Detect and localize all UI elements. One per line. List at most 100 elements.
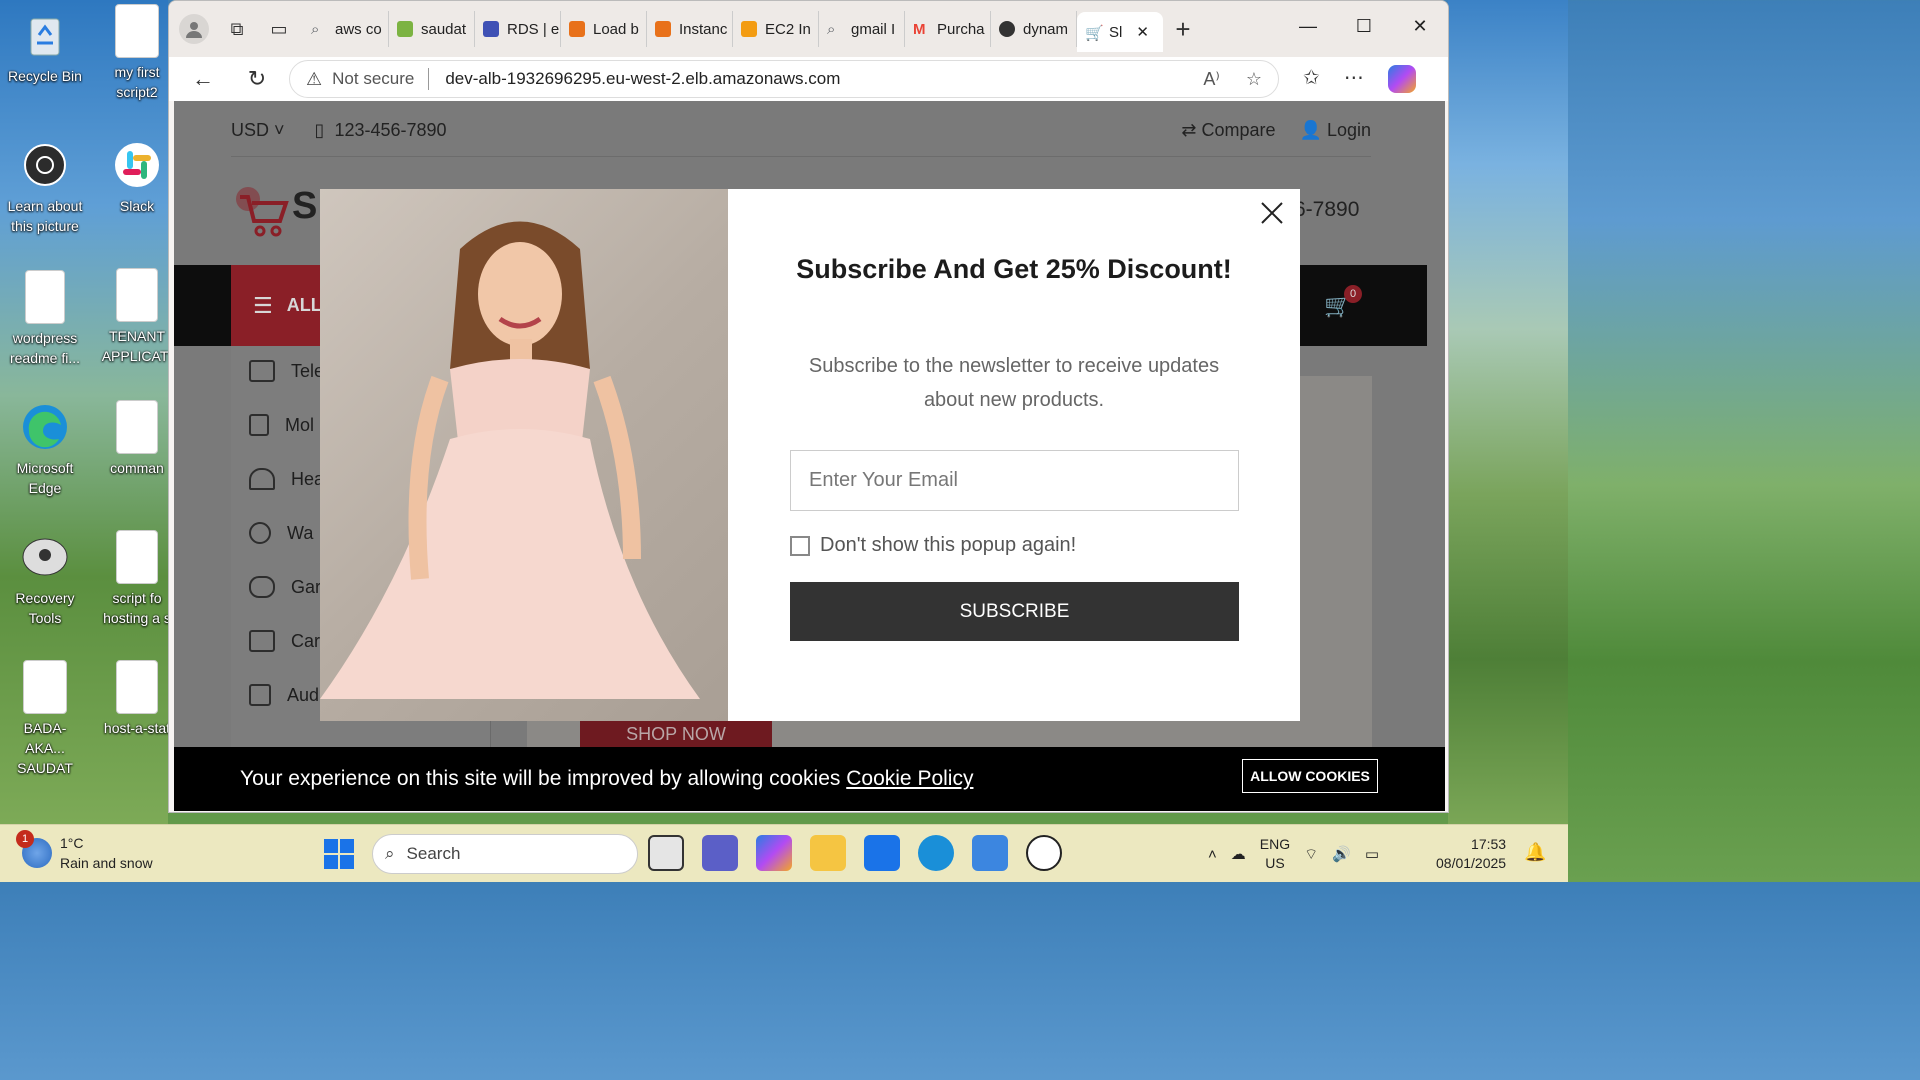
desktop-icon-tenant-application[interactable]: TENANT APPLICATI (96, 268, 178, 366)
mobile-icon (249, 414, 269, 436)
category-item[interactable]: Wa (249, 522, 313, 544)
new-tab-button[interactable]: + (1163, 14, 1203, 45)
chatgpt-icon[interactable] (1026, 835, 1062, 871)
task-view-icon[interactable] (648, 835, 684, 871)
desktop-icon-label: host-a-stat (103, 720, 171, 736)
volume-icon[interactable]: 🔊 (1332, 845, 1351, 863)
wifi-icon[interactable]: ⌔ (1304, 845, 1318, 864)
desktop-icon-learn-picture[interactable]: Learn about this picture (4, 138, 86, 236)
address-bar[interactable]: ⚠ Not secure dev-alb-1932696295.eu-west-… (289, 60, 1279, 98)
camera-icon (21, 138, 69, 192)
tab-label: EC2 In (765, 20, 811, 38)
category-item[interactable]: Tele (249, 360, 324, 382)
close-tab-icon[interactable]: ✕ (1136, 23, 1149, 41)
copilot-icon[interactable] (1387, 65, 1416, 93)
desktop-icon-edge[interactable]: Microsoft Edge (4, 400, 86, 498)
favorites-icon[interactable]: ✩ (1303, 65, 1320, 93)
category-item[interactable]: Mol (249, 414, 314, 436)
login-link[interactable]: 👤 Login (1300, 120, 1371, 141)
workspaces-icon[interactable]: ⧉ (219, 11, 255, 47)
category-item[interactable]: Hea (249, 468, 324, 490)
windows-logo-icon (340, 839, 354, 853)
tab-active[interactable]: 🛒 Sl ✕ (1077, 12, 1163, 52)
read-aloud-icon[interactable]: A⁾ (1203, 69, 1219, 90)
divider (428, 68, 430, 90)
taskbar: 1 1°C Rain and snow ⌕ Search ˄ ☁ ENG US … (0, 824, 1568, 882)
chevron-up-icon[interactable]: ˄ (1208, 846, 1217, 863)
file-explorer-icon[interactable] (810, 835, 846, 871)
tab[interactable]: saudat (389, 11, 475, 47)
all-categories-label: ALL (286, 295, 322, 315)
compare-link[interactable]: ⇄ Compare (1181, 120, 1275, 141)
dont-show-checkbox-row[interactable]: Don't show this popup again! (790, 534, 1076, 557)
allow-cookies-button[interactable]: ALLOW COOKIES (1242, 759, 1378, 793)
profile-icon[interactable] (179, 14, 209, 44)
minimize-button[interactable]: — (1280, 1, 1336, 51)
gmail-icon: M (913, 21, 926, 38)
tab-label: aws co (335, 20, 382, 38)
meet-icon[interactable] (702, 835, 738, 871)
edge-icon[interactable] (918, 835, 954, 871)
tab[interactable]: M Purcha (905, 11, 991, 47)
desktop-icon-host-a-stat[interactable]: host-a-stat (96, 660, 178, 738)
notepad-icon[interactable] (972, 835, 1008, 871)
windows-logo-icon (324, 839, 338, 853)
refresh-button[interactable]: ↻ (235, 61, 279, 97)
store-icon[interactable] (864, 835, 900, 871)
onedrive-icon[interactable]: ☁ (1231, 845, 1246, 863)
category-label: Car (291, 630, 321, 651)
email-field[interactable] (790, 450, 1239, 511)
language-indicator[interactable]: ENG US (1260, 835, 1290, 873)
dont-show-checkbox[interactable] (790, 535, 810, 556)
tab[interactable]: ⌕ aws co (303, 11, 389, 47)
weather-widget[interactable]: 1 1°C Rain and snow (16, 830, 153, 873)
close-icon[interactable] (1258, 199, 1286, 227)
tab[interactable]: ⌕ gmail I (819, 11, 905, 47)
clock[interactable]: 17:53 08/01/2025 (1436, 835, 1506, 873)
category-item[interactable]: Car (249, 630, 320, 652)
favorite-star-icon[interactable]: ☆ (1246, 69, 1262, 90)
desktop-icon-wordpress-readme[interactable]: wordpress readme fi... (4, 270, 86, 368)
aws-favicon-icon (569, 21, 585, 37)
desktop-icon-command[interactable]: comman (96, 400, 178, 478)
notification-bell-icon[interactable]: 🔔 (1524, 842, 1546, 863)
tab-strip: ⧉ ▭ ⌕ aws co saudat RDS | e Load b Instan… (169, 1, 1448, 57)
desktop-icon-recovery-tools[interactable]: Recovery Tools (4, 530, 86, 628)
desktop-icon-script-hosting[interactable]: script fo hosting a s (96, 530, 178, 628)
word-document-icon (23, 660, 67, 714)
tab[interactable]: Instanc (647, 11, 733, 47)
security-status[interactable]: Not secure (332, 69, 414, 89)
tab[interactable]: EC2 In (733, 11, 819, 47)
currency-selector[interactable]: USD ˅ (231, 120, 285, 141)
taskbar-search[interactable]: ⌕ Search (372, 834, 638, 874)
close-window-button[interactable]: ✕ (1392, 1, 1448, 51)
desktop-icon-slack[interactable]: Slack (96, 138, 178, 216)
web-page: USD ˅ ▯ 123-456-7890 ⇄ Compare 👤 Login S… (174, 101, 1445, 811)
cart-count-badge: 0 (1344, 285, 1362, 303)
category-label: Wa (287, 522, 314, 543)
shop-now-button[interactable]: SHOP NOW (580, 718, 772, 750)
url-text[interactable]: dev-alb-1932696295.eu-west-2.elb.amazona… (445, 69, 1203, 89)
tab[interactable]: dynam (991, 11, 1077, 47)
battery-icon[interactable]: ▭ (1365, 845, 1379, 863)
subscribe-button[interactable]: SUBSCRIBE (790, 582, 1239, 641)
search-icon: ⌕ (385, 844, 395, 863)
category-item[interactable]: Aud (249, 684, 319, 706)
start-button[interactable] (324, 839, 354, 869)
category-item[interactable]: Gar (249, 576, 321, 598)
tab[interactable]: RDS | e (475, 11, 561, 47)
desktop-icon-bada-aka[interactable]: BADA-AKA... SAUDAT (4, 660, 86, 778)
back-button[interactable]: ← (181, 61, 225, 97)
divider (231, 156, 1371, 157)
more-menu-icon[interactable]: ⋯ (1344, 65, 1364, 93)
watch-icon (249, 522, 271, 544)
dont-show-label: Don't show this popup again! (820, 534, 1077, 556)
desktop-icon-recycle-bin[interactable]: Recycle Bin (4, 8, 86, 86)
maximize-button[interactable]: ☐ (1336, 1, 1392, 51)
word-document-icon (116, 268, 158, 322)
desktop-icon-script[interactable]: my first script2 (96, 4, 178, 102)
cookie-policy-link[interactable]: Cookie Policy (846, 767, 973, 790)
tab-actions-icon[interactable]: ▭ (261, 11, 297, 47)
tab[interactable]: Load b (561, 11, 647, 47)
copilot-icon[interactable] (756, 835, 792, 871)
